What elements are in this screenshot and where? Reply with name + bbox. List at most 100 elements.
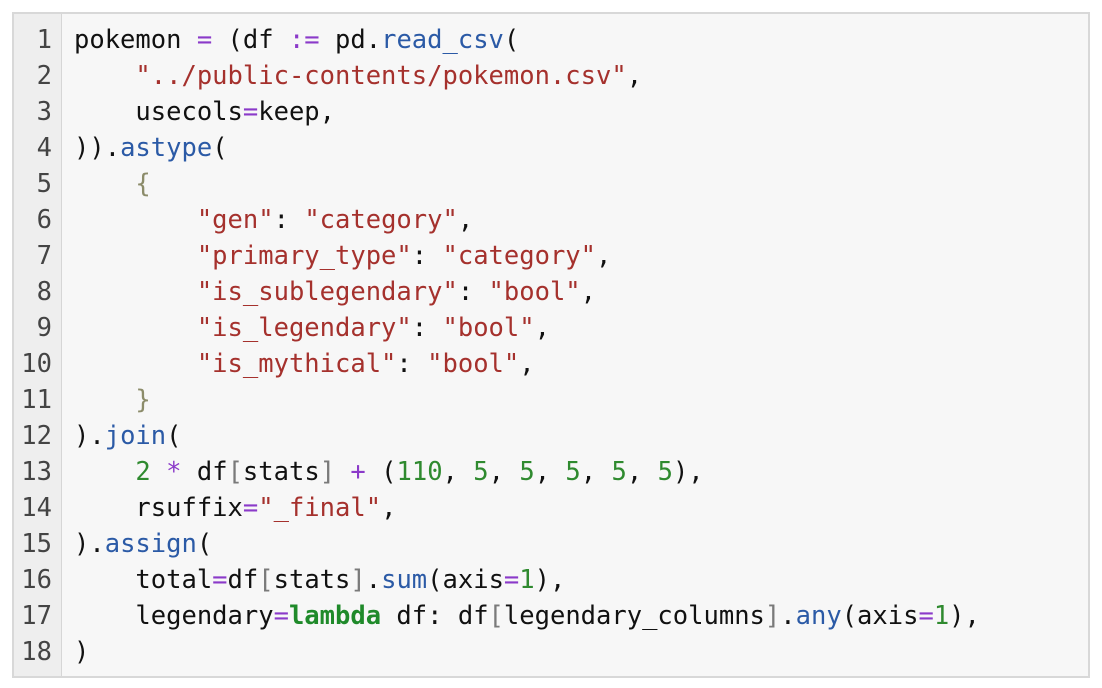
line-number: 17 xyxy=(21,601,52,631)
code-token: "category" xyxy=(304,205,458,235)
line-number: 6 xyxy=(36,205,52,235)
code-token: 1 xyxy=(933,601,950,631)
code-token: , xyxy=(534,457,566,487)
code-token: join xyxy=(104,421,167,451)
code-token: "_final" xyxy=(258,493,382,523)
code-token: = xyxy=(212,565,228,595)
code-text: legendary=lambda df: df[legendary_column… xyxy=(74,598,979,634)
code-token: ). xyxy=(74,421,105,451)
code-token: , xyxy=(626,61,643,91)
code-token: ( xyxy=(503,25,520,55)
code-text: "primary_type": "category", xyxy=(74,238,612,274)
code-line[interactable]: 18) xyxy=(14,634,1088,670)
code-token: "is_mythical" xyxy=(196,349,397,379)
code-line[interactable]: 3 usecols=keep, xyxy=(14,94,1088,130)
code-token: . xyxy=(365,565,382,595)
code-token: [ xyxy=(488,601,504,631)
code-token: = xyxy=(273,601,289,631)
code-line[interactable]: 5 { xyxy=(14,166,1088,202)
code-line[interactable]: 8 "is_sublegendary": "bool", xyxy=(14,274,1088,310)
code-token: pokemon xyxy=(74,25,197,55)
code-token: "category" xyxy=(442,241,597,271)
code-token: "is_sublegendary" xyxy=(196,277,458,307)
code-line[interactable]: 13 2 * df[stats] + (110, 5, 5, 5, 5, 5), xyxy=(14,454,1088,490)
code-token: lambda xyxy=(288,601,382,631)
code-token: "gen" xyxy=(196,205,274,235)
line-number: 4 xyxy=(36,133,52,163)
code-token: ( xyxy=(212,133,228,163)
code-text: ) xyxy=(74,634,89,670)
code-token: , xyxy=(534,313,550,343)
line-number: 8 xyxy=(36,277,52,307)
code-token: 5 xyxy=(473,457,489,487)
code-token: ] xyxy=(319,457,336,487)
code-token: df xyxy=(181,457,228,487)
code-token: = xyxy=(503,565,520,595)
code-token: , xyxy=(580,277,597,307)
code-line[interactable]: 4)).astype( xyxy=(14,130,1088,166)
code-text: 2 * df[stats] + (110, 5, 5, 5, 5, 5), xyxy=(74,454,703,490)
code-token: = xyxy=(918,601,934,631)
code-token: * xyxy=(166,457,182,487)
code-editor[interactable]: 1 pokemon = (df := pd.read_csv(2 "../publ… xyxy=(12,12,1090,678)
code-token: = xyxy=(196,25,213,55)
code-token: read_csv xyxy=(381,25,504,55)
line-number: 9 xyxy=(36,313,52,343)
code-line[interactable]: 6 "gen": "category", xyxy=(14,202,1088,238)
code-token: : xyxy=(396,349,428,379)
line-number: 1 xyxy=(36,25,52,55)
code-token: := xyxy=(288,25,320,55)
code-line[interactable]: 17 legendary=lambda df: df[legendary_col… xyxy=(14,598,1088,634)
code-token: ] xyxy=(764,601,781,631)
code-token: , xyxy=(580,457,612,487)
code-line[interactable]: 15).assign( xyxy=(14,526,1088,562)
code-token: { xyxy=(135,169,151,199)
code-token: ( xyxy=(196,529,213,559)
code-token: [ xyxy=(227,457,243,487)
code-token: )). xyxy=(74,133,121,163)
code-line[interactable]: 7 "primary_type": "category", xyxy=(14,238,1088,274)
code-token: "../public-contents/pokemon.csv" xyxy=(135,61,627,91)
code-token: , xyxy=(457,205,474,235)
code-line[interactable]: 10 "is_mythical": "bool", xyxy=(14,346,1088,382)
code-token: , xyxy=(488,457,520,487)
code-line[interactable]: 11 } xyxy=(14,382,1088,418)
code-token: ( xyxy=(166,421,182,451)
code-token: = xyxy=(242,493,259,523)
code-token: ] xyxy=(350,565,366,595)
code-token: [ xyxy=(258,565,274,595)
code-token: "bool" xyxy=(427,349,520,379)
code-text: { xyxy=(74,166,151,202)
code-token: rsuffix xyxy=(74,493,243,523)
code-token: 5 xyxy=(611,457,627,487)
code-line[interactable]: 2 "../public-contents/pokemon.csv", xyxy=(14,58,1088,94)
code-token: ( xyxy=(365,457,397,487)
code-token: pd. xyxy=(319,25,382,55)
code-line[interactable]: 12).join( xyxy=(14,418,1088,454)
code-token: } xyxy=(135,385,151,415)
code-text: "../public-contents/pokemon.csv", xyxy=(74,58,642,94)
line-number: 11 xyxy=(21,385,52,415)
code-token: . xyxy=(780,601,796,631)
code-line[interactable]: 1 pokemon = (df := pd.read_csv( xyxy=(14,22,1088,58)
code-token: 1 xyxy=(519,565,535,595)
code-text: rsuffix="_final", xyxy=(74,490,396,526)
code-line[interactable]: 16 total=df[stats].sum(axis=1), xyxy=(14,562,1088,598)
code-text: total=df[stats].sum(axis=1), xyxy=(74,562,565,598)
code-token: ) xyxy=(74,637,90,667)
code-token: usecols xyxy=(74,97,243,127)
code-text: "is_mythical": "bool", xyxy=(74,346,535,382)
code-lines[interactable]: 1 pokemon = (df := pd.read_csv(2 "../publ… xyxy=(14,22,1088,670)
code-token: legendary_columns xyxy=(503,601,765,631)
code-line[interactable]: 9 "is_legendary": "bool", xyxy=(14,310,1088,346)
code-text: "is_sublegendary": "bool", xyxy=(74,274,596,310)
code-token: 5 xyxy=(657,457,673,487)
code-text: } xyxy=(74,382,151,418)
code-token: (axis xyxy=(841,601,919,631)
code-line[interactable]: 14 rsuffix="_final", xyxy=(14,490,1088,526)
